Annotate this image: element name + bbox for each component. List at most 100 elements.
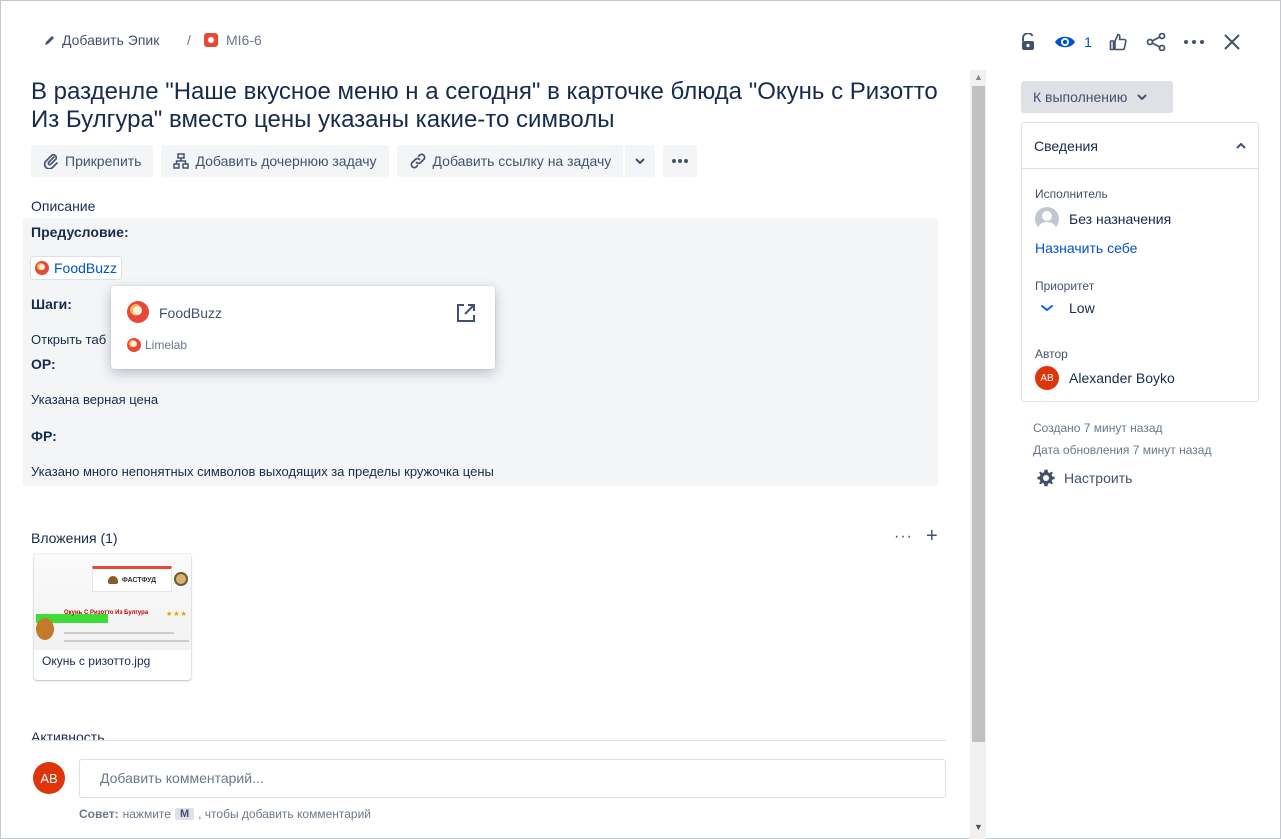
priority-value: Low <box>1069 300 1095 316</box>
more-actions-button[interactable] <box>1175 26 1213 58</box>
reporter-name: Alexander Boyko <box>1069 370 1175 386</box>
assignee-value: Без назначения <box>1069 211 1172 227</box>
scroll-up-arrow-icon[interactable]: ▲ <box>974 72 983 82</box>
breadcrumb-separator: / <box>187 32 191 48</box>
like-button[interactable] <box>1099 26 1137 58</box>
popup-subtitle: Limelab <box>145 338 188 352</box>
actual-heading: ФР: <box>31 428 57 444</box>
details-panel: Сведения Исполнитель Без назначения Назн… <box>1021 122 1259 402</box>
thumb-dish-name: Окунь С Ризотто Из Булгура <box>64 610 149 616</box>
limelab-logo-icon <box>127 338 141 352</box>
foodbuzz-logo-icon <box>127 301 149 323</box>
thumb-text-line <box>64 632 174 634</box>
scroll-down-arrow-icon[interactable]: ▼ <box>974 822 983 832</box>
configure-button[interactable]: Настроить <box>1036 468 1132 488</box>
steps-text: Открыть таб <box>31 332 107 347</box>
chevron-down-icon <box>1137 94 1148 100</box>
link-issue-dropdown[interactable] <box>625 145 656 177</box>
issue-actions: Прикрепить Добавить дочернюю задачу Доба… <box>31 145 698 177</box>
foodbuzz-logo-icon <box>35 261 49 275</box>
description-label: Описание <box>31 198 96 214</box>
issue-title[interactable]: В разденле "Наше вкусное меню н а сегодн… <box>31 78 951 134</box>
eye-icon <box>1055 36 1076 48</box>
actual-text: Указано много непонятных символов выходя… <box>31 464 494 479</box>
status-dropdown[interactable]: К выполнению <box>1021 81 1173 113</box>
attachment-preview-image: ФАСТФУД Окунь С Ризотто Из Булгура ★★★ <box>34 554 191 650</box>
top-actions: 1 <box>1009 26 1251 58</box>
reporter-field[interactable]: AB Alexander Boyko <box>1035 366 1175 390</box>
lock-button[interactable] <box>1009 26 1047 58</box>
share-button[interactable] <box>1137 26 1175 58</box>
link-issue-split: Добавить ссылку на задачу <box>396 145 656 177</box>
reporter-label: Автор <box>1035 347 1068 361</box>
thumb-food-image <box>36 618 54 640</box>
comment-input[interactable]: Добавить комментарий... <box>79 759 946 798</box>
thumb-rating: ★★★ <box>166 611 188 618</box>
burger-icon <box>107 576 118 584</box>
watch-button[interactable]: 1 <box>1047 26 1099 58</box>
attachments-more-button[interactable]: ··· <box>894 528 913 546</box>
thumb-brand: ФАСТФУД <box>92 566 172 592</box>
updated-timestamp: Дата обновления 7 минут назад <box>1033 443 1212 457</box>
gear-icon <box>1037 469 1055 487</box>
reporter-avatar: AB <box>1035 366 1059 390</box>
foodbuzz-link-chip[interactable]: FoodBuzz <box>30 256 123 280</box>
link-icon <box>410 153 425 169</box>
activity-divider <box>31 740 946 741</box>
comment-tip: Совет: нажмите M , чтобы добавить коммен… <box>79 807 371 821</box>
pizza-icon <box>174 572 188 586</box>
like-icon <box>1109 33 1127 51</box>
status-label: К выполнению <box>1033 89 1128 105</box>
attachment-card[interactable]: ФАСТФУД Окунь С Ризотто Из Булгура ★★★ О… <box>34 554 191 680</box>
attachment-file-name: Окунь с ризотто.jpg <box>42 654 151 668</box>
assign-to-me-link[interactable]: Назначить себе <box>1035 240 1137 256</box>
more-issue-actions-button[interactable] <box>663 145 698 177</box>
open-external-button[interactable] <box>455 302 477 329</box>
assignee-label: Исполнитель <box>1035 187 1108 201</box>
add-child-issue-button[interactable]: Добавить дочернюю задачу <box>161 145 389 177</box>
expected-heading: ОР: <box>31 356 56 372</box>
lock-icon <box>1022 33 1034 50</box>
bug-icon <box>204 33 218 47</box>
close-button[interactable] <box>1213 26 1251 58</box>
pencil-icon <box>45 36 54 45</box>
priority-low-icon <box>1041 305 1053 312</box>
add-epic-link[interactable]: Добавить Эпик <box>44 32 159 48</box>
attach-label: Прикрепить <box>65 153 142 169</box>
popup-title[interactable]: FoodBuzz <box>159 305 222 321</box>
link-issue-button[interactable]: Добавить ссылку на задачу <box>396 145 624 177</box>
paperclip-icon <box>43 153 58 169</box>
hierarchy-icon <box>173 153 190 169</box>
precondition-heading: Предусловие: <box>31 224 129 240</box>
details-header[interactable]: Сведения <box>1022 123 1258 169</box>
issue-key: MI6-6 <box>226 32 262 48</box>
add-attachment-button[interactable]: + <box>926 525 938 548</box>
keyboard-shortcut: M <box>174 808 195 820</box>
share-icon <box>1146 33 1166 51</box>
expected-text: Указана верная цена <box>31 392 159 407</box>
priority-field[interactable]: Low <box>1035 300 1095 316</box>
steps-heading: Шаги: <box>31 296 72 312</box>
details-title: Сведения <box>1034 137 1098 154</box>
chevron-up-icon <box>1236 142 1246 149</box>
created-timestamp: Создано 7 минут назад <box>1033 421 1163 435</box>
link-preview-popup: FoodBuzz Limelab <box>111 286 495 369</box>
add-epic-label: Добавить Эпик <box>62 32 160 48</box>
attachments-label: Вложения (1) <box>31 530 118 546</box>
chevron-down-icon <box>635 158 645 164</box>
external-link-icon <box>457 304 475 322</box>
foodbuzz-chip-label: FoodBuzz <box>54 260 118 276</box>
more-icon <box>1184 40 1204 44</box>
attach-button[interactable]: Прикрепить <box>31 145 154 177</box>
unassigned-avatar-icon <box>1035 207 1059 231</box>
more-icon <box>672 159 689 163</box>
thumb-text-line <box>64 640 189 642</box>
close-icon <box>1224 34 1240 50</box>
issue-key-link[interactable]: MI6-6 <box>204 32 262 48</box>
link-issue-label: Добавить ссылку на задачу <box>432 153 612 169</box>
configure-label: Настроить <box>1064 470 1133 486</box>
add-child-label: Добавить дочернюю задачу <box>195 153 377 169</box>
scrollbar-thumb[interactable] <box>972 86 985 742</box>
priority-label: Приоритет <box>1035 279 1095 293</box>
assignee-field[interactable]: Без назначения <box>1035 207 1171 231</box>
